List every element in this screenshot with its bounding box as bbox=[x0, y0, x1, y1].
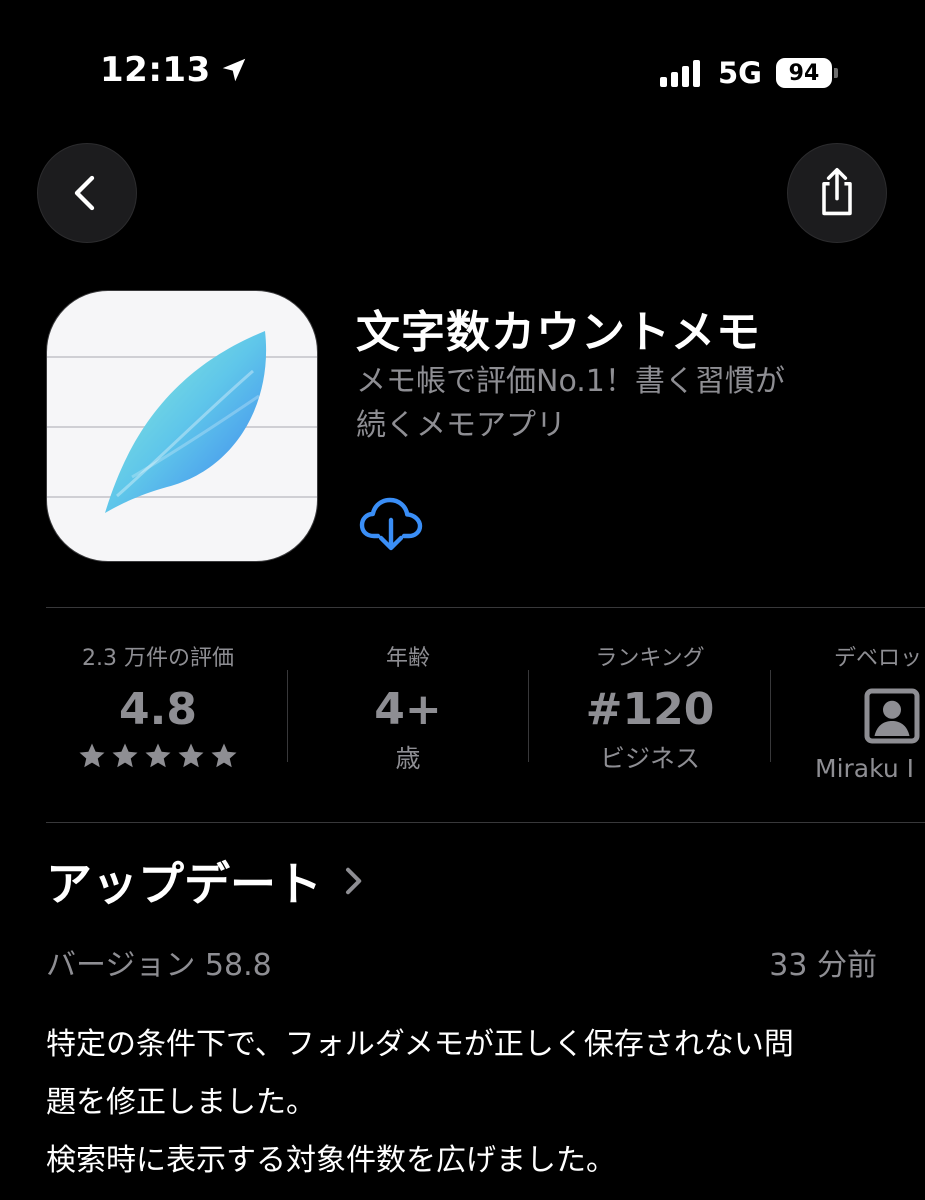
app-subtitle: メモ帳で評価No.1！書く習慣が 続くメモアプリ bbox=[356, 360, 856, 448]
share-icon bbox=[822, 168, 852, 216]
release-note-line: 題を修正しました。 bbox=[46, 1085, 316, 1120]
stat-divider bbox=[770, 670, 771, 762]
chevron-right-icon bbox=[346, 867, 362, 895]
status-indicators: 5G 94 bbox=[660, 56, 838, 90]
star-icon bbox=[211, 743, 237, 768]
ranking-label: ランキング bbox=[595, 646, 705, 671]
star-icon bbox=[112, 743, 138, 768]
app-subtitle-line2: 続くメモアプリ bbox=[356, 408, 566, 443]
stat-divider bbox=[528, 670, 529, 762]
release-note-line: 検索時に表示する対象件数を広げました。 bbox=[46, 1143, 616, 1178]
feather-logo-icon bbox=[47, 331, 317, 513]
version-text: バージョン 58.8 bbox=[46, 948, 272, 983]
update-title: アップデート bbox=[46, 857, 322, 911]
back-button[interactable] bbox=[37, 143, 137, 243]
stat-ranking[interactable]: ランキング #120 ビジネス bbox=[538, 640, 762, 775]
age-label: 年齢 bbox=[385, 646, 430, 671]
divider-top bbox=[46, 607, 925, 608]
rating-stars bbox=[46, 741, 270, 771]
app-icon bbox=[46, 290, 318, 562]
rating-value: 4.8 bbox=[119, 684, 197, 735]
age-value: 4+ bbox=[374, 684, 442, 735]
star-icon bbox=[178, 743, 204, 768]
ranking-value: #120 bbox=[585, 684, 715, 735]
release-note-line: 特定の条件下で、フォルダメモが正しく保存されない問 bbox=[46, 1027, 794, 1062]
developer-name: Miraku I bbox=[815, 754, 914, 783]
chevron-left-icon bbox=[74, 175, 95, 211]
app-title: 文字数カウントメモ bbox=[356, 307, 761, 358]
app-subtitle-line1: メモ帳で評価No.1！書く習慣が bbox=[356, 364, 785, 399]
stat-rating[interactable]: 2.3 万件の評価 4.8 bbox=[46, 640, 270, 771]
age-unit: 歳 bbox=[395, 744, 421, 773]
location-arrow-icon bbox=[222, 58, 245, 82]
developer-label: デベロッ bbox=[834, 646, 923, 671]
rating-count-label: 2.3 万件の評価 bbox=[82, 646, 234, 671]
cellular-signal-icon bbox=[660, 59, 700, 87]
star-icon bbox=[145, 743, 171, 768]
stat-divider bbox=[287, 670, 288, 762]
divider-bottom bbox=[46, 822, 925, 823]
battery-icon: 94 bbox=[775, 58, 838, 88]
ranking-category: ビジネス bbox=[599, 744, 700, 773]
update-section-header[interactable]: アップデート bbox=[46, 848, 368, 914]
status-time-text: 12:13 bbox=[100, 50, 211, 90]
network-type: 5G bbox=[718, 56, 762, 90]
stat-age[interactable]: 年齢 4+ 歳 bbox=[297, 640, 519, 775]
battery-level: 94 bbox=[775, 58, 832, 88]
stat-developer[interactable]: デベロッ Miraku I bbox=[780, 640, 925, 783]
developer-avatar-icon bbox=[862, 686, 925, 750]
share-button[interactable] bbox=[787, 143, 887, 243]
release-notes: 特定の条件下で、フォルダメモが正しく保存されない問 題を修正しました。 検索時に… bbox=[46, 1016, 886, 1190]
status-time: 12:13 bbox=[100, 50, 249, 90]
star-icon bbox=[79, 743, 105, 768]
cloud-download-icon bbox=[359, 497, 423, 551]
update-time-ago: 33 分前 bbox=[769, 948, 877, 983]
download-button[interactable] bbox=[358, 492, 426, 560]
